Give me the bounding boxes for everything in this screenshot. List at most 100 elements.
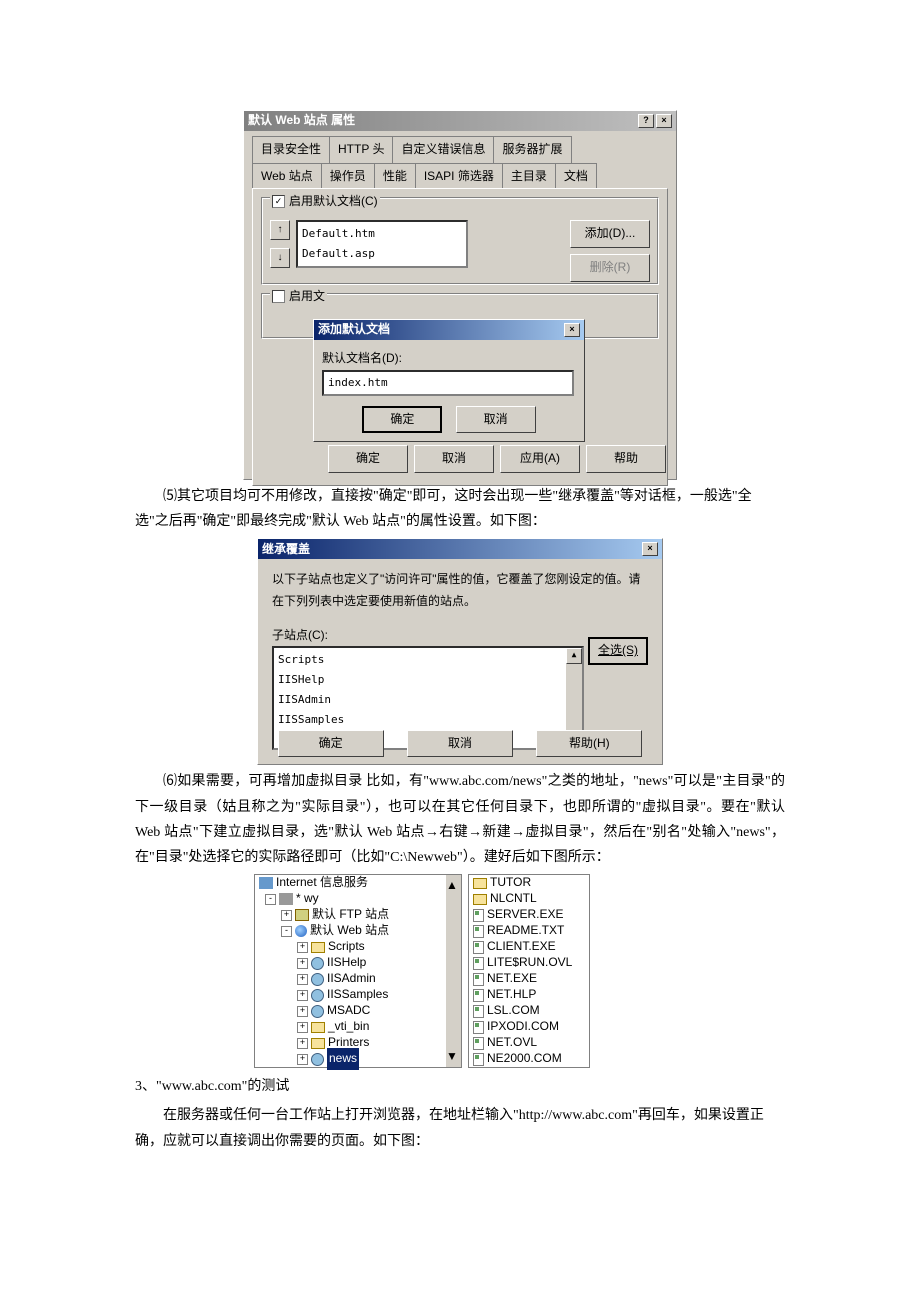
add-default-doc-dialog: 添加默认文档 × 默认文档名(D): index.htm 确定 取消	[313, 319, 585, 442]
tab-performance[interactable]: 性能	[375, 163, 416, 190]
expander-icon[interactable]: +	[297, 990, 308, 1001]
file-icon	[473, 957, 484, 970]
enable-default-doc-label: 启用默认文档(C)	[289, 191, 378, 213]
file-icon	[473, 1053, 484, 1066]
ok-button[interactable]: 确定	[328, 445, 408, 473]
tab-operators[interactable]: 操作员	[322, 163, 375, 190]
close-icon[interactable]: ×	[656, 114, 672, 128]
file-pane[interactable]: TUTOR NLCNTL SERVER.EXE README.TXT CLIEN…	[468, 874, 590, 1068]
dialog1-title: 默认 Web 站点 属性	[248, 110, 355, 132]
ok-button[interactable]: 确定	[278, 730, 384, 758]
help-button[interactable]: 帮助(H)	[536, 730, 642, 758]
add-button[interactable]: 添加(D)...	[570, 220, 650, 248]
move-down-button[interactable]: ↓	[270, 248, 290, 268]
override-message: 以下子站点也定义了"访问许可"属性的值，它覆盖了您刚设定的值。请在下列列表中选定…	[272, 569, 648, 612]
default-doc-name-input[interactable]: index.htm	[322, 370, 574, 396]
tab-isapi[interactable]: ISAPI 筛选器	[416, 163, 503, 190]
paragraph-test: 在服务器或任何一台工作站上打开浏览器，在地址栏输入"http://www.abc…	[135, 1103, 785, 1153]
scroll-up-icon[interactable]: ▲	[566, 648, 582, 664]
folder-icon	[311, 942, 325, 953]
tab-server-ext[interactable]: 服务器扩展	[494, 136, 571, 163]
tab-http-headers[interactable]: HTTP 头	[330, 136, 393, 163]
dialog2-title: 继承覆盖	[262, 539, 310, 561]
enable-doc-footer-checkbox[interactable]: 启用文	[270, 286, 327, 308]
ok-button[interactable]: 确定	[362, 406, 442, 434]
help-icon[interactable]: ?	[638, 114, 654, 128]
tree-item-selected[interactable]: news	[327, 1048, 359, 1070]
paragraph-5: ⑸其它项目均可不用修改，直接按"确定"即可，这时会出现一些"继承覆盖"等对话框，…	[135, 484, 785, 534]
tab-custom-errors[interactable]: 自定义错误信息	[393, 136, 494, 163]
tree-root[interactable]: Internet 信息服务	[276, 872, 368, 894]
expander-icon[interactable]: +	[297, 1054, 308, 1065]
list-item[interactable]: IISHelp	[278, 670, 578, 690]
list-item[interactable]: IISSamples	[278, 710, 578, 730]
file-item[interactable]: NE2000.COM	[487, 1048, 562, 1070]
gear-icon	[311, 989, 324, 1002]
scroll-down-icon[interactable]: ▼	[446, 1046, 461, 1068]
expander-icon[interactable]: -	[281, 926, 292, 937]
expander-icon[interactable]: +	[297, 974, 308, 985]
tab-home-dir[interactable]: 主目录	[503, 163, 556, 190]
gear-icon	[311, 957, 324, 970]
scroll-up-icon[interactable]: ▲	[446, 875, 461, 897]
file-icon	[473, 973, 484, 986]
file-icon	[473, 989, 484, 1002]
file-icon	[473, 1021, 484, 1034]
web-site-properties-dialog: 默认 Web 站点 属性 ? × 目录安全性 HTTP 头 自定义错误信息 服务…	[243, 110, 677, 480]
folder-icon	[473, 894, 487, 905]
service-icon	[259, 877, 273, 889]
heading-3: 3、"www.abc.com"的测试	[135, 1074, 785, 1099]
expander-icon[interactable]: +	[281, 910, 292, 921]
list-item[interactable]: IISAdmin	[278, 690, 578, 710]
expander-icon[interactable]: +	[297, 958, 308, 969]
expander-icon[interactable]: +	[297, 942, 308, 953]
dialog1-titlebar[interactable]: 默认 Web 站点 属性 ? ×	[244, 111, 676, 131]
file-icon	[473, 941, 484, 954]
cancel-button[interactable]: 取消	[456, 406, 536, 434]
dialog2-titlebar[interactable]: 继承覆盖 ×	[258, 539, 662, 559]
close-icon[interactable]: ×	[564, 323, 580, 337]
expander-icon[interactable]: +	[297, 1022, 308, 1033]
checkbox-icon	[272, 290, 285, 303]
list-item[interactable]: Default.asp	[302, 244, 462, 264]
inner-titlebar[interactable]: 添加默认文档 ×	[314, 320, 584, 340]
list-item[interactable]: iisstart.asp	[302, 264, 462, 268]
gear-icon	[311, 1005, 324, 1018]
file-icon	[473, 1037, 484, 1050]
cancel-button[interactable]: 取消	[414, 445, 494, 473]
gear-icon	[311, 973, 324, 986]
explorer-split: Internet 信息服务 -* wy +默认 FTP 站点 -默认 Web 站…	[254, 874, 666, 1068]
default-doc-name-label: 默认文档名(D):	[322, 348, 576, 370]
tab-body: ✓ 启用默认文档(C) ↑ ↓ Default.htm Default.asp …	[252, 188, 668, 486]
file-icon	[473, 925, 484, 938]
expander-icon[interactable]: -	[265, 894, 276, 905]
select-all-button[interactable]: 全选(S)	[588, 637, 648, 665]
expander-icon[interactable]: +	[297, 1006, 308, 1017]
move-up-button[interactable]: ↑	[270, 220, 290, 240]
gear-icon	[311, 1053, 324, 1066]
tab-documents[interactable]: 文档	[556, 163, 597, 190]
inheritance-override-dialog: 继承覆盖 × 以下子站点也定义了"访问许可"属性的值，它覆盖了您刚设定的值。请在…	[257, 538, 663, 765]
tab-dir-security[interactable]: 目录安全性	[252, 136, 330, 163]
cancel-button[interactable]: 取消	[407, 730, 513, 758]
inner-title: 添加默认文档	[318, 319, 390, 341]
globe-icon	[295, 925, 307, 937]
list-item[interactable]: Default.htm	[302, 224, 462, 244]
apply-button[interactable]: 应用(A)	[500, 445, 580, 473]
default-docs-list[interactable]: Default.htm Default.asp iisstart.asp	[296, 220, 468, 268]
list-item[interactable]: Scripts	[278, 650, 578, 670]
checkbox-icon: ✓	[272, 195, 285, 208]
folder-icon	[311, 1038, 325, 1049]
enable-default-doc-checkbox[interactable]: ✓ 启用默认文档(C)	[270, 191, 380, 213]
folder-icon	[473, 878, 487, 889]
tree-scrollbar[interactable]: ▲ ▼	[446, 875, 461, 1067]
paragraph-6: ⑹如果需要，可再增加虚拟目录 比如，有"www.abc.com/news"之类的…	[135, 769, 785, 870]
help-button[interactable]: 帮助	[586, 445, 666, 473]
file-icon	[473, 909, 484, 922]
close-icon[interactable]: ×	[642, 542, 658, 556]
dialog1-footer-buttons: 确定 取消 应用(A) 帮助	[328, 445, 666, 473]
property-tabs: 目录安全性 HTTP 头 自定义错误信息 服务器扩展 Web 站点 操作员 性能…	[244, 131, 676, 188]
tree-pane[interactable]: Internet 信息服务 -* wy +默认 FTP 站点 -默认 Web 站…	[254, 874, 462, 1068]
expander-icon[interactable]: +	[297, 1038, 308, 1049]
tab-web-site[interactable]: Web 站点	[252, 163, 322, 190]
